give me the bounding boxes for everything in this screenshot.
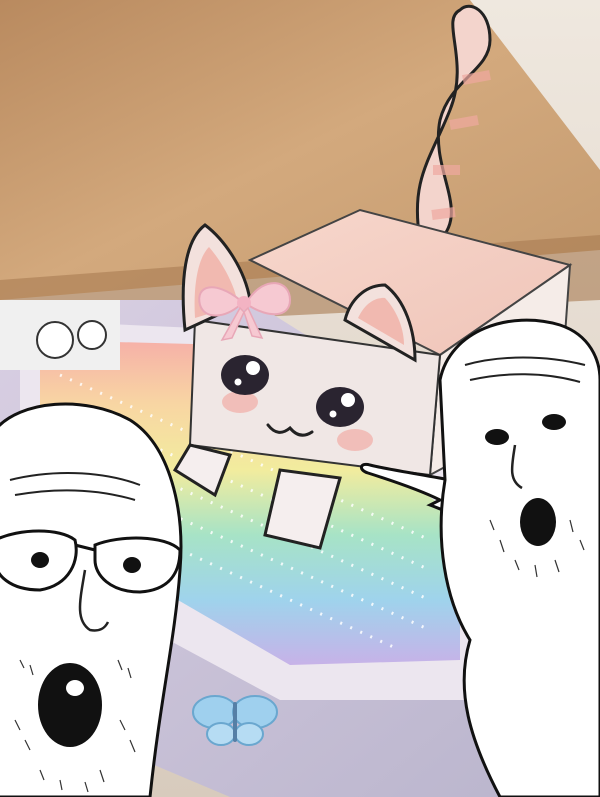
right-wojak-right-eye (542, 414, 566, 430)
right-eye (123, 557, 141, 573)
cat-left-eye (221, 355, 269, 395)
meme-illustration (0, 0, 600, 797)
right-wojak-left-eye (485, 429, 509, 445)
cat-right-cheek (337, 429, 373, 451)
meme-scene (0, 0, 600, 797)
soyjak-left (0, 402, 183, 797)
left-eye (31, 552, 49, 568)
open-mouth (38, 663, 102, 747)
cat-right-eye (316, 387, 364, 427)
right-wojak-mouth (520, 498, 556, 546)
